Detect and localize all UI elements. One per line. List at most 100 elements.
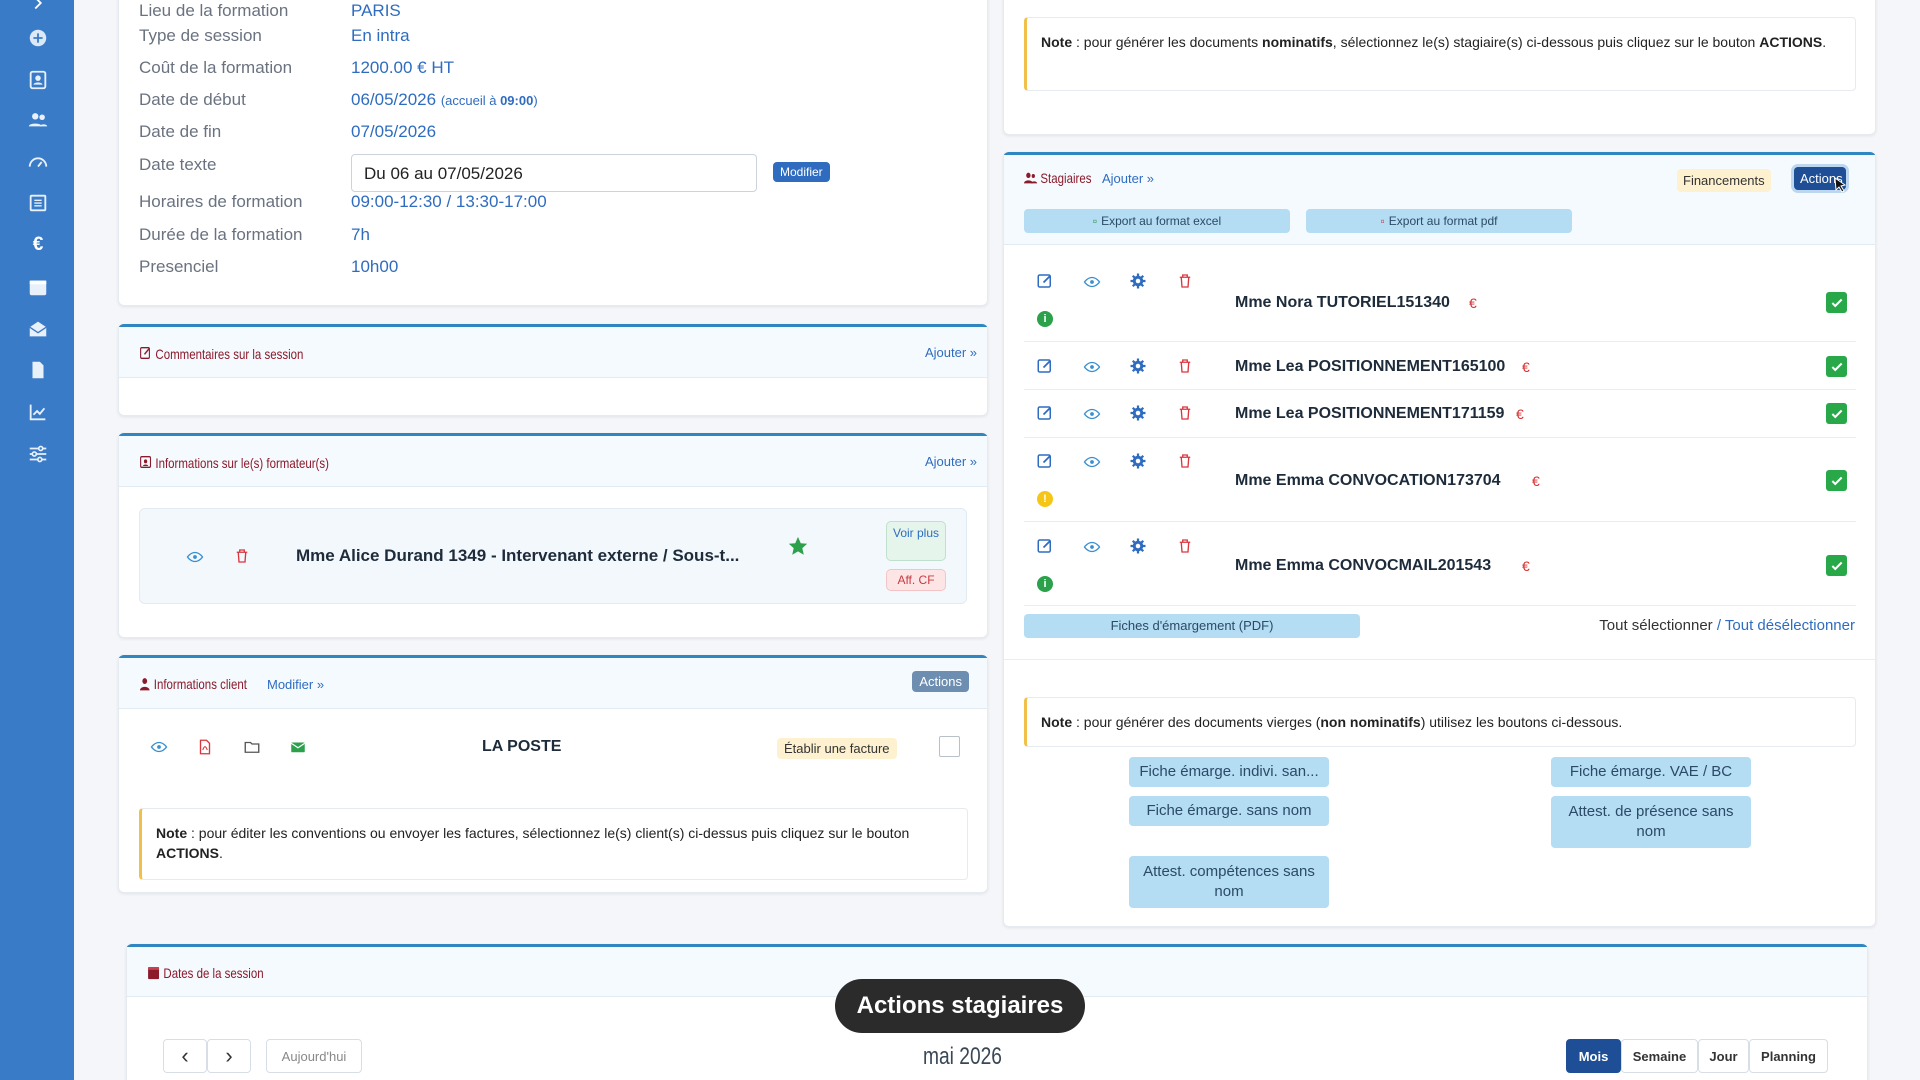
modifier-date-texte-button[interactable]: Modifier [773, 162, 830, 182]
list-icon[interactable] [27, 192, 49, 214]
fiche-emarge-indivi-button[interactable]: Fiche émarge. indivi. san... [1129, 757, 1329, 787]
calendar-month-label: mai 2026 [923, 1043, 1002, 1070]
view-jour-button[interactable]: Jour [1698, 1039, 1749, 1073]
etablir-facture-button[interactable]: Établir une facture [777, 738, 897, 759]
users-icon[interactable] [27, 109, 49, 131]
delete-trash-icon[interactable] [1176, 357, 1194, 375]
star-icon[interactable] [787, 535, 809, 557]
date-texte-input[interactable]: Du 06 au 07/05/2026 [351, 154, 757, 192]
formateurs-card: Informations sur le(s) formateur(s) Ajou… [118, 433, 988, 638]
select-all-link[interactable]: Tout sélectionner [1599, 617, 1712, 634]
view-planning-button[interactable]: Planning [1749, 1039, 1828, 1073]
deselect-all-link[interactable]: Tout désélectionner [1725, 617, 1855, 634]
fiche-emarge-vae-bc-button[interactable]: Fiche émarge. VAE / BC [1551, 757, 1751, 787]
client-pdf-icon[interactable] [196, 738, 214, 756]
nominatifs-note: Note : pour générer les documents nomina… [1024, 17, 1856, 91]
users-group-icon [1024, 171, 1038, 188]
export-excel-button[interactable]: ▫ Export au format excel [1024, 209, 1290, 233]
aff-cf-button[interactable]: Aff. CF [886, 569, 946, 591]
info-green-icon: i [1037, 576, 1053, 592]
edit-icon[interactable] [1036, 357, 1054, 375]
euro-marker: € [1469, 295, 1477, 311]
select-links: Tout sélectionner / Tout désélectionner [1599, 617, 1855, 634]
attest-competences-sans-nom-button[interactable]: Attest. compétences sans nom [1129, 856, 1329, 908]
commentaires-add-link[interactable]: Ajouter » [925, 345, 977, 360]
client-modify-link[interactable]: Modifier » [267, 677, 324, 692]
info-green-icon: i [1037, 311, 1053, 327]
delete-trash-icon[interactable] [1176, 452, 1194, 470]
view-eye-icon[interactable] [1083, 538, 1101, 556]
stagiaire-checkbox[interactable] [1826, 470, 1847, 491]
view-eye-icon[interactable] [186, 548, 204, 566]
commentaires-title: Commentaires sur la session [139, 345, 303, 364]
delete-trash-icon[interactable] [1176, 404, 1194, 422]
euro-icon[interactable]: € [27, 234, 49, 256]
id-card-icon [139, 454, 152, 473]
view-eye-icon[interactable] [1083, 453, 1101, 471]
formateurs-add-link[interactable]: Ajouter » [925, 454, 977, 469]
gear-icon[interactable] [1129, 404, 1147, 422]
attest-presence-sans-nom-button[interactable]: Attest. de présence sans nom [1551, 796, 1751, 848]
edit-icon[interactable] [1036, 404, 1054, 422]
voir-plus-button[interactable]: Voir plus [886, 521, 946, 561]
calendar-next-button[interactable]: › [207, 1039, 251, 1073]
client-mail-icon[interactable] [289, 738, 307, 756]
euro-marker: € [1516, 406, 1524, 422]
stagiaire-checkbox[interactable] [1826, 292, 1847, 313]
view-semaine-button[interactable]: Semaine [1621, 1039, 1698, 1073]
view-eye-icon[interactable] [1083, 273, 1101, 291]
value-duree: 7h [351, 225, 370, 244]
edit-icon[interactable] [1036, 537, 1054, 555]
actions-stagiaires-tooltip: Actions stagiaires [835, 979, 1085, 1033]
client-view-eye-icon[interactable] [150, 738, 168, 756]
edit-icon[interactable] [1036, 452, 1054, 470]
view-mois-button[interactable]: Mois [1566, 1039, 1621, 1073]
stagiaire-name: Mme Lea POSITIONNEMENT165100 [1235, 358, 1506, 375]
label-presenciel: Presenciel [139, 257, 219, 276]
gear-icon[interactable] [1129, 357, 1147, 375]
view-eye-icon[interactable] [1083, 358, 1101, 376]
financements-button[interactable]: Financements [1677, 169, 1771, 192]
stagiaires-add-link[interactable]: Ajouter » [1102, 171, 1154, 186]
label-date-fin: Date de fin [139, 122, 222, 141]
stagiaire-name: Mme Emma CONVOCMAIL201543 [1235, 557, 1492, 574]
warning-yellow-icon: ! [1037, 491, 1053, 507]
delete-trash-icon[interactable] [1176, 537, 1194, 555]
calendar-red-icon [147, 965, 160, 983]
stagiaires-title: Stagiaires [1024, 170, 1091, 188]
stagiaire-checkbox[interactable] [1826, 403, 1847, 424]
edit-icon[interactable] [1036, 272, 1054, 290]
calendar-today-button[interactable]: Aujourd'hui [266, 1039, 362, 1073]
gear-icon[interactable] [1129, 452, 1147, 470]
calendar-prev-button[interactable]: ‹ [163, 1039, 207, 1073]
stagiaire-name: Mme Lea POSITIONNEMENT171159 [1235, 405, 1505, 422]
client-select-checkbox[interactable] [939, 736, 960, 757]
fiches-emargement-pdf-button[interactable]: Fiches d'émargement (PDF) [1024, 614, 1360, 638]
edit-note-icon [139, 345, 152, 364]
calendar-icon[interactable] [27, 276, 49, 298]
document-icon[interactable] [27, 359, 49, 381]
client-actions-button[interactable]: Actions [912, 671, 969, 692]
client-folder-icon[interactable] [243, 738, 261, 756]
export-pdf-button[interactable]: ▫ Export au format pdf [1306, 209, 1572, 233]
delete-trash-icon[interactable] [1176, 272, 1194, 290]
view-eye-icon[interactable] [1083, 405, 1101, 423]
pdf-file-icon: ▫ [1380, 214, 1385, 228]
contact-card-icon[interactable] [27, 69, 49, 91]
sliders-icon[interactable] [27, 443, 49, 465]
dashboard-gauge-icon[interactable] [27, 151, 49, 173]
chart-line-icon[interactable] [27, 401, 49, 423]
formateurs-title: Informations sur le(s) formateur(s) [139, 454, 329, 473]
session-info-card: Lieu de la formation PARIS Type de sessi… [118, 0, 988, 306]
mail-open-icon[interactable] [27, 318, 49, 340]
gear-icon[interactable] [1129, 272, 1147, 290]
dates-title: Dates de la session [147, 965, 264, 983]
delete-trash-icon[interactable] [233, 547, 251, 565]
stagiaire-checkbox[interactable] [1826, 356, 1847, 377]
euro-marker: € [1522, 558, 1530, 574]
add-circle-icon[interactable] [27, 27, 49, 49]
collapse-chevron-icon[interactable] [27, 0, 49, 14]
gear-icon[interactable] [1129, 537, 1147, 555]
fiche-emarge-sans-nom-button[interactable]: Fiche émarge. sans nom [1129, 796, 1329, 826]
stagiaire-checkbox[interactable] [1826, 555, 1847, 576]
